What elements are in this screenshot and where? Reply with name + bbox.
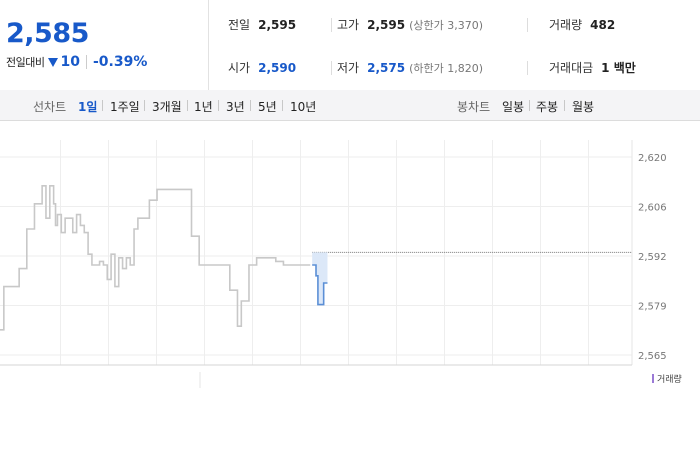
recent-area-fill <box>312 252 328 305</box>
high-price: 고가 2,595 (상한가 3,370) <box>337 16 483 33</box>
price-line-history <box>0 185 311 331</box>
divider <box>564 100 565 111</box>
divider <box>529 100 530 111</box>
y-tick-label: 2,579 <box>638 302 667 313</box>
divider <box>187 100 188 111</box>
period-10y[interactable]: 10년 <box>290 98 316 115</box>
volume-legend-marker <box>652 374 654 383</box>
line-chart-label: 선차트 <box>33 100 67 114</box>
period-1w[interactable]: 1주일 <box>110 98 140 115</box>
divider <box>331 61 332 75</box>
chart-toolbar: 선차트 1일 1주일 3개월 1년 3년 5년 10년 봉차트 일봉 주봉 월봉 <box>0 90 700 121</box>
volume-label: 거래량 <box>549 18 583 32</box>
low-value: 2,575 <box>367 60 406 75</box>
down-triangle-icon <box>48 57 59 67</box>
divider <box>282 100 283 111</box>
open-value: 2,590 <box>258 60 297 75</box>
price-lines <box>0 185 328 331</box>
lower-limit: (하한가 1,820) <box>409 61 483 75</box>
divider <box>85 55 87 69</box>
prev-close-label: 전일 <box>228 18 251 32</box>
candle-weekly[interactable]: 주봉 <box>536 98 558 115</box>
divider <box>527 18 528 32</box>
high-value: 2,595 <box>367 17 406 32</box>
volume-value: 482 <box>590 17 616 32</box>
amount-label: 거래대금 <box>549 61 594 75</box>
volume: 거래량 482 <box>549 16 615 33</box>
change-label: 전일대비 <box>6 56 45 69</box>
amount-value: 1 백만 <box>601 61 636 75</box>
y-tick-label: 2,620 <box>638 153 667 164</box>
volume-legend-label: 거래량 <box>657 375 682 385</box>
divider <box>331 18 332 32</box>
y-tick-label: 2,565 <box>638 351 667 362</box>
candle-chart-label: 봉차트 <box>457 100 491 114</box>
divider <box>527 61 528 75</box>
volume-legend: 거래량 <box>652 372 682 385</box>
divider <box>102 100 103 111</box>
prev-close: 전일 2,595 <box>228 16 296 33</box>
open-label: 시가 <box>228 61 251 75</box>
y-axis-ticks: 2,620 2,606 2,592 2,579 2,565 <box>638 153 667 362</box>
price-chart: 2,620 2,606 2,592 2,579 2,565 <box>0 140 667 388</box>
change-value: 10 <box>60 54 80 70</box>
quote-panel: 2,585 전일대비 10 -0.39% 전일 2,595 고가 2,595 (… <box>0 0 700 91</box>
change-row: 전일대비 10 -0.39% <box>6 54 147 70</box>
divider <box>218 100 219 111</box>
prev-close-value: 2,595 <box>258 17 297 32</box>
low-price: 저가 2,575 (하한가 1,820) <box>337 59 483 76</box>
candle-monthly[interactable]: 월봉 <box>572 98 594 115</box>
low-label: 저가 <box>337 61 360 75</box>
period-5y[interactable]: 5년 <box>258 98 277 115</box>
candle-daily[interactable]: 일봉 <box>502 98 524 115</box>
change-percent: -0.39% <box>92 54 148 70</box>
trade-amount: 거래대금 1 백만 <box>549 59 636 76</box>
stock-chart-widget: 2,585 전일대비 10 -0.39% 전일 2,595 고가 2,595 (… <box>0 0 700 450</box>
y-tick-label: 2,606 <box>638 203 667 214</box>
period-1d[interactable]: 1일 <box>78 98 97 115</box>
divider <box>144 100 145 111</box>
divider <box>250 100 251 111</box>
recent-area <box>312 252 328 305</box>
y-tick-label: 2,592 <box>638 252 667 263</box>
current-price-panel: 2,585 전일대비 10 -0.39% <box>0 0 209 90</box>
period-3m[interactable]: 3개월 <box>152 98 182 115</box>
high-label: 고가 <box>337 18 360 32</box>
current-price: 2,585 <box>6 18 89 49</box>
period-3y[interactable]: 3년 <box>226 98 245 115</box>
open-price: 시가 2,590 <box>228 59 296 76</box>
upper-limit: (상한가 3,370) <box>409 18 483 32</box>
period-1y[interactable]: 1년 <box>194 98 213 115</box>
